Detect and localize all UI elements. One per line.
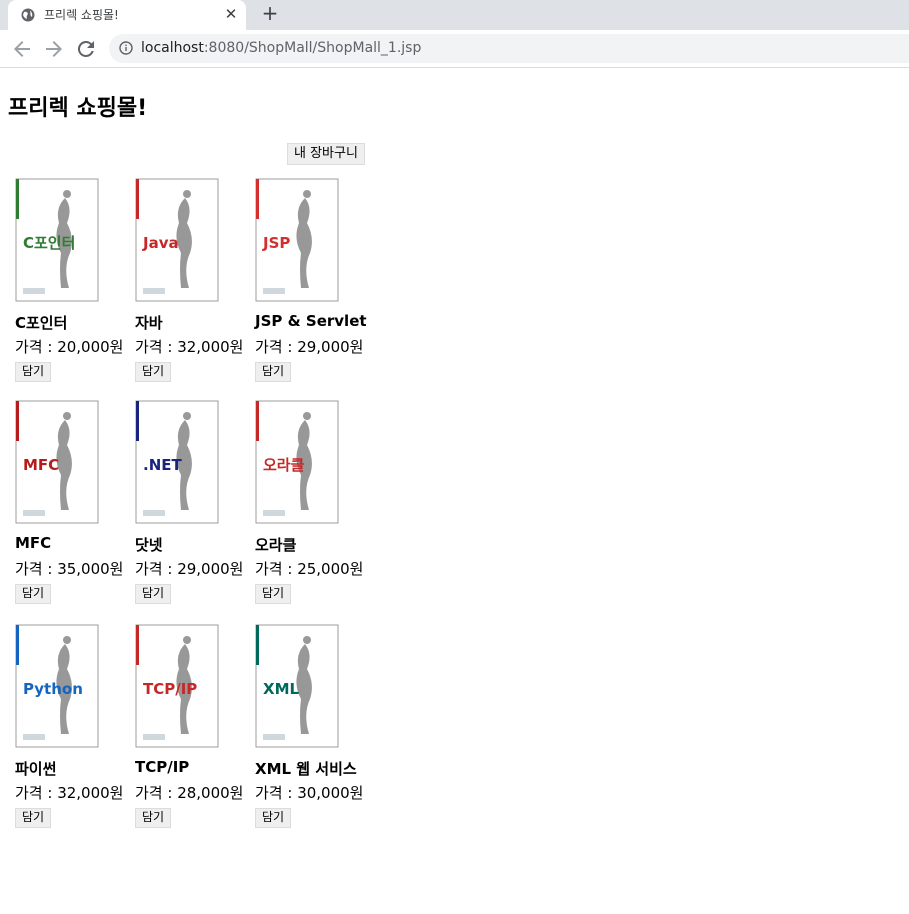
url-text: localhost:8080/ShopMall/ShopMall_1.jsp — [141, 40, 421, 56]
book-cover-image: JSP — [255, 178, 339, 302]
browser-tab-strip: 프리렉 쇼핑몰! ✕ + — [0, 0, 909, 30]
product-name: MFC — [15, 534, 52, 552]
add-to-cart-button[interactable]: 담기 — [135, 362, 172, 382]
browser-toolbar: localhost:8080/ShopMall/ShopMall_1.jsp — [0, 30, 909, 68]
product-name: TCP/IP — [135, 758, 190, 776]
book-cover-title: Python — [23, 680, 83, 698]
add-to-cart-button[interactable]: 담기 — [255, 584, 292, 604]
product-price: 가격 : 35,000원 — [15, 560, 124, 578]
product-name: 자바 — [135, 314, 163, 332]
page-content: 프리렉 쇼핑몰! 내 장바구니 C포인터 C포인터가격 : 20,000원담기 Ja… — [0, 68, 909, 914]
add-to-cart-button[interactable]: 담기 — [255, 808, 292, 828]
book-cover-image: C포인터 — [15, 178, 99, 302]
product-name: JSP & Servlet — [255, 312, 367, 330]
url-path: :8080/ShopMall/ShopMall_1.jsp — [203, 40, 422, 56]
product-price: 가격 : 20,000원 — [15, 338, 124, 356]
page-title: 프리렉 쇼핑몰! — [8, 96, 148, 121]
book-cover-title: XML — [263, 680, 299, 698]
book-cover-image: XML — [255, 624, 339, 748]
book-cover-title: Java — [142, 234, 179, 252]
close-tab-icon[interactable]: ✕ — [222, 5, 240, 23]
my-cart-button[interactable]: 내 장바구니 — [287, 143, 365, 165]
add-to-cart-button[interactable]: 담기 — [135, 584, 172, 604]
product-price: 가격 : 32,000원 — [15, 784, 124, 802]
product-price: 가격 : 32,000원 — [135, 338, 244, 356]
add-to-cart-button[interactable]: 담기 — [15, 808, 52, 828]
product-name: 파이썬 — [15, 760, 57, 778]
book-cover-title: MFC — [23, 456, 59, 474]
reload-icon[interactable] — [74, 37, 98, 61]
new-tab-button[interactable]: + — [259, 2, 281, 26]
book-cover-title: .NET — [143, 456, 182, 474]
book-cover-image: MFC — [15, 400, 99, 524]
tab-title: 프리렉 쇼핑몰! — [44, 8, 119, 22]
globe-icon — [21, 8, 35, 22]
book-cover-title: JSP — [262, 234, 290, 252]
product-price: 가격 : 29,000원 — [255, 338, 364, 356]
book-cover-title: 오라클 — [263, 456, 305, 474]
browser-tab[interactable]: 프리렉 쇼핑몰! ✕ — [8, 0, 246, 30]
book-cover-image: Python — [15, 624, 99, 748]
add-to-cart-button[interactable]: 담기 — [135, 808, 172, 828]
forward-arrow-icon[interactable] — [42, 37, 66, 61]
book-cover-title: C포인터 — [23, 234, 75, 252]
book-cover-title: TCP/IP — [143, 680, 197, 698]
product-price: 가격 : 25,000원 — [255, 560, 364, 578]
back-arrow-icon[interactable] — [10, 37, 34, 61]
info-icon[interactable] — [119, 41, 133, 55]
book-cover-image: Java — [135, 178, 219, 302]
product-name: 오라클 — [255, 536, 297, 554]
product-name: XML 웹 서비스 — [255, 760, 357, 778]
product-price: 가격 : 30,000원 — [255, 784, 364, 802]
add-to-cart-button[interactable]: 담기 — [15, 584, 52, 604]
product-price: 가격 : 29,000원 — [135, 560, 244, 578]
product-price: 가격 : 28,000원 — [135, 784, 244, 802]
book-cover-image: TCP/IP — [135, 624, 219, 748]
product-name: 닷넷 — [135, 536, 163, 554]
address-bar[interactable]: localhost:8080/ShopMall/ShopMall_1.jsp — [109, 34, 909, 63]
book-cover-image: 오라클 — [255, 400, 339, 524]
product-name: C포인터 — [15, 314, 68, 332]
add-to-cart-button[interactable]: 담기 — [255, 362, 292, 382]
book-cover-image: .NET — [135, 400, 219, 524]
url-host: localhost — [141, 40, 204, 56]
add-to-cart-button[interactable]: 담기 — [15, 362, 52, 382]
